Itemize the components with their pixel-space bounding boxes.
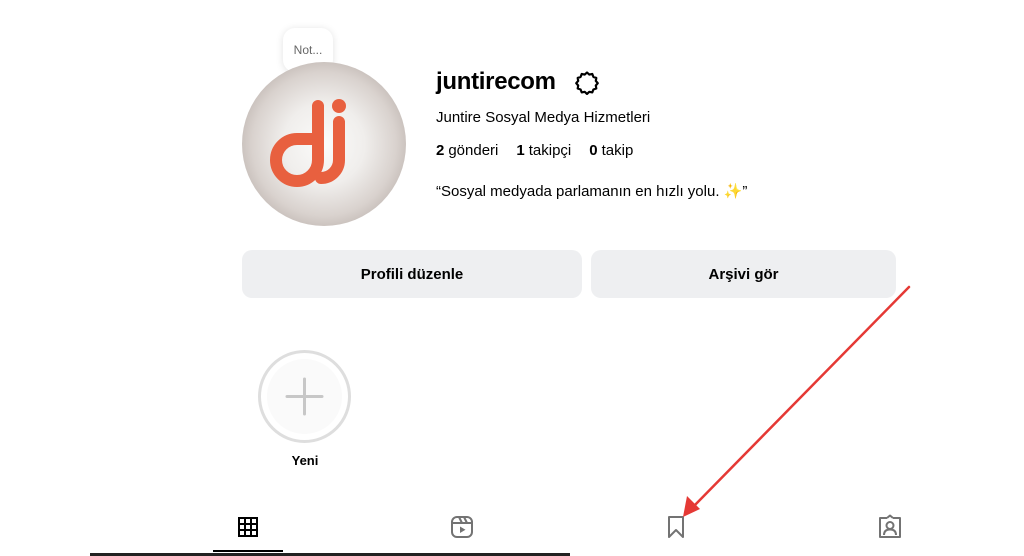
- tab-reels[interactable]: [445, 510, 479, 544]
- note-text: Not...: [293, 43, 323, 57]
- posts-stat: 2 gönderi: [436, 142, 498, 159]
- tagged-icon: [879, 514, 901, 538]
- tab-saved[interactable]: [659, 510, 693, 544]
- new-highlight-button[interactable]: [258, 350, 351, 443]
- username: juntirecom: [436, 68, 556, 95]
- view-archive-button[interactable]: Arşivi gör: [591, 250, 896, 298]
- active-tab-indicator: [213, 550, 283, 552]
- profile-avatar[interactable]: [242, 62, 406, 226]
- tab-tagged[interactable]: [873, 510, 907, 544]
- following-stat[interactable]: 0 takip: [589, 142, 633, 159]
- following-count: 0: [589, 142, 598, 159]
- edit-profile-button[interactable]: Profili düzenle: [242, 250, 582, 298]
- following-label: takip: [601, 142, 634, 159]
- followers-count: 1: [516, 142, 525, 159]
- profile-full-name: Juntire Sosyal Medya Hizmetleri: [436, 109, 651, 126]
- posts-count: 2: [436, 142, 445, 159]
- followers-stat[interactable]: 1 takipçi: [516, 142, 571, 159]
- tab-posts[interactable]: [231, 510, 265, 544]
- profile-stats: 2 gönderi 1 takipçi 0 takip: [436, 142, 633, 159]
- followers-label: takipçi: [528, 142, 572, 159]
- reels-icon: [451, 516, 473, 538]
- settings-gear-icon[interactable]: [573, 69, 601, 97]
- new-highlight-label: Yeni: [291, 453, 319, 468]
- plus-icon: [285, 377, 324, 416]
- profile-bio: “Sosyal medyada parlamanın en hızlı yolu…: [436, 183, 748, 200]
- juntire-dj-logo: [270, 99, 346, 187]
- grid-icon: [238, 517, 258, 537]
- bookmark-icon: [668, 516, 684, 538]
- posts-label: gönderi: [448, 142, 499, 159]
